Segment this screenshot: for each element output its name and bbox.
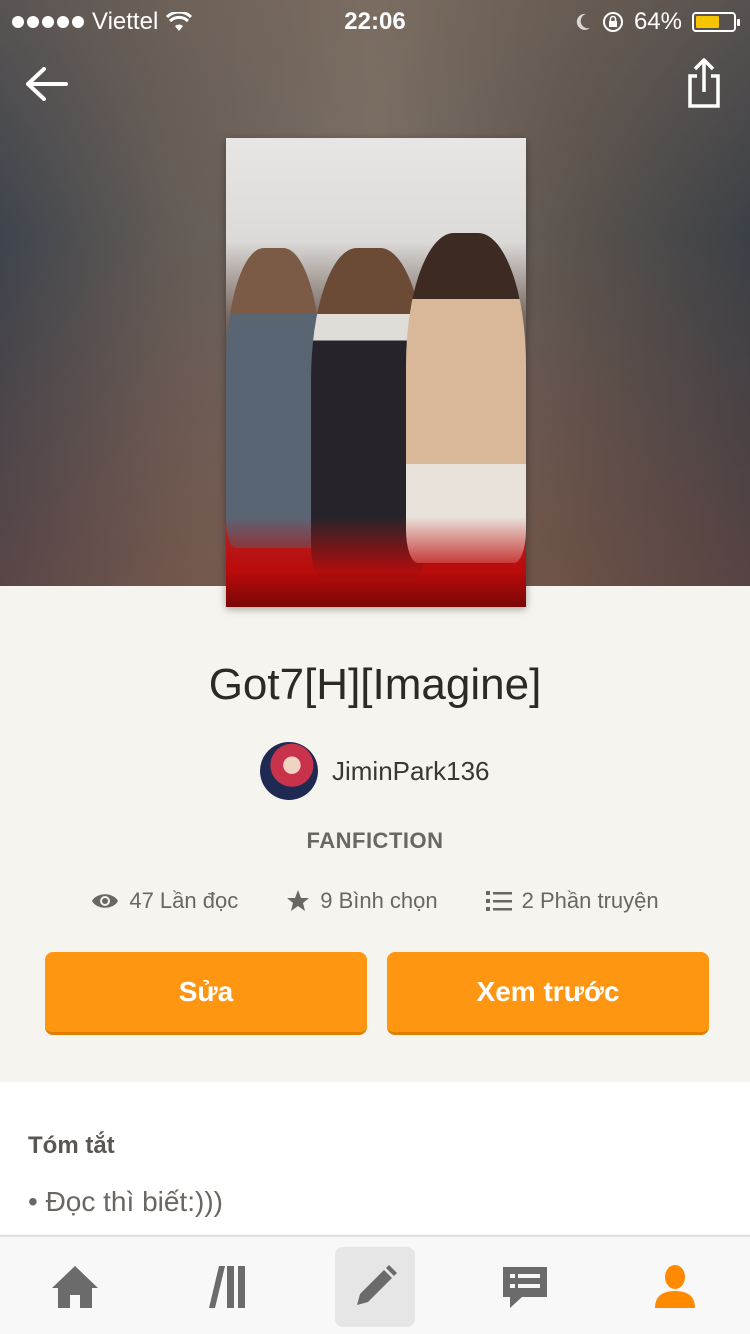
- library-icon: [209, 1266, 245, 1308]
- tab-messages[interactable]: [485, 1247, 565, 1327]
- preview-button[interactable]: Xem trước: [387, 952, 709, 1035]
- tab-write[interactable]: [335, 1247, 415, 1327]
- summary-text: • Đọc thì biết:))): [28, 1186, 223, 1217]
- author-name[interactable]: JiminPark136: [332, 756, 490, 787]
- bottom-tab-bar: [0, 1235, 750, 1334]
- author-row[interactable]: JiminPark136: [260, 742, 490, 800]
- tab-profile[interactable]: [635, 1247, 715, 1327]
- profile-icon: [655, 1265, 695, 1308]
- category-label[interactable]: FANFICTION: [0, 828, 750, 854]
- story-title: Got7[H][Imagine]: [208, 660, 542, 709]
- story-cover-image[interactable]: [226, 138, 526, 607]
- messages-icon: [503, 1267, 547, 1308]
- rotation-lock-icon: [602, 12, 623, 32]
- summary-heading: Tóm tắt: [28, 1132, 115, 1159]
- back-button[interactable]: [22, 60, 72, 110]
- share-icon: [688, 58, 720, 108]
- star-icon: [287, 890, 310, 911]
- summary-section: Tóm tắt • Đọc thì biết:))): [0, 1082, 750, 1234]
- reads-stat: 47 Lần đọc: [91, 888, 238, 914]
- parts-stat: 2 Phần truyện: [485, 888, 659, 914]
- arrow-left-icon: [26, 67, 68, 101]
- status-bar: Viettel 22:06 64%: [0, 0, 750, 40]
- eye-icon: [92, 894, 119, 908]
- write-icon: [357, 1265, 397, 1305]
- tab-library[interactable]: [186, 1247, 266, 1327]
- votes-stat: 9 Bình chọn: [286, 888, 438, 914]
- avatar[interactable]: [260, 742, 318, 800]
- moon-icon: [576, 13, 590, 30]
- story-stats: 47 Lần đọc 9 Bình chọn 2 Phần truyện: [0, 888, 750, 914]
- battery-icon: [692, 12, 740, 32]
- votes-count: 9 Bình chọn: [320, 888, 438, 913]
- tab-home[interactable]: [35, 1247, 115, 1327]
- list-icon: [485, 891, 512, 911]
- parts-count: 2 Phần truyện: [521, 888, 659, 913]
- home-icon: [52, 1266, 98, 1308]
- edit-button[interactable]: Sửa: [45, 952, 367, 1035]
- share-button[interactable]: [684, 56, 724, 110]
- reads-count: 47 Lần đọc: [129, 888, 239, 913]
- battery-percent: 64%: [633, 8, 682, 35]
